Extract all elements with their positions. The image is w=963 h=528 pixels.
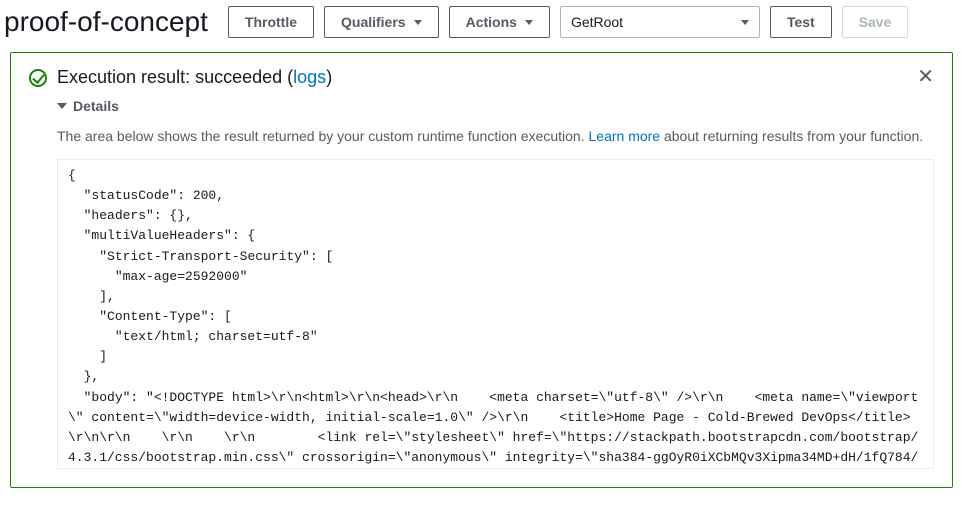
test-event-value: GetRoot [571, 14, 623, 30]
logs-link[interactable]: logs [293, 67, 326, 87]
chevron-down-icon [57, 103, 67, 109]
qualifiers-dropdown[interactable]: Qualifiers [324, 6, 439, 38]
chevron-down-icon [414, 20, 422, 25]
chevron-down-icon [741, 20, 749, 25]
test-event-select[interactable]: GetRoot [560, 6, 760, 38]
page-title: proof-of-concept [4, 6, 208, 38]
description-before: The area below shows the result returned… [57, 128, 589, 144]
details-label: Details [73, 98, 119, 114]
result-status: succeeded [195, 67, 282, 87]
qualifiers-label: Qualifiers [341, 14, 406, 30]
actions-dropdown[interactable]: Actions [449, 6, 550, 38]
result-payload[interactable]: { "statusCode": 200, "headers": {}, "mul… [58, 160, 933, 468]
chevron-down-icon [525, 20, 533, 25]
header-bar: proof-of-concept Throttle Qualifiers Act… [0, 0, 963, 48]
result-prefix: Execution result: [57, 67, 195, 87]
description-after: about returning results from your functi… [660, 128, 923, 144]
test-button[interactable]: Test [770, 6, 832, 38]
result-header: Execution result: succeeded (logs) [29, 67, 934, 88]
result-description: The area below shows the result returned… [57, 126, 934, 147]
learn-more-link[interactable]: Learn more [589, 128, 661, 144]
result-title: Execution result: succeeded (logs) [57, 67, 332, 88]
throttle-button[interactable]: Throttle [228, 6, 314, 38]
result-payload-box: { "statusCode": 200, "headers": {}, "mul… [57, 159, 934, 469]
close-icon[interactable]: ✕ [917, 67, 934, 87]
save-button: Save [842, 6, 909, 38]
success-check-icon [29, 69, 47, 87]
details-toggle[interactable]: Details [57, 98, 934, 114]
execution-result-panel: ✕ Execution result: succeeded (logs) Det… [10, 52, 953, 488]
actions-label: Actions [466, 14, 517, 30]
